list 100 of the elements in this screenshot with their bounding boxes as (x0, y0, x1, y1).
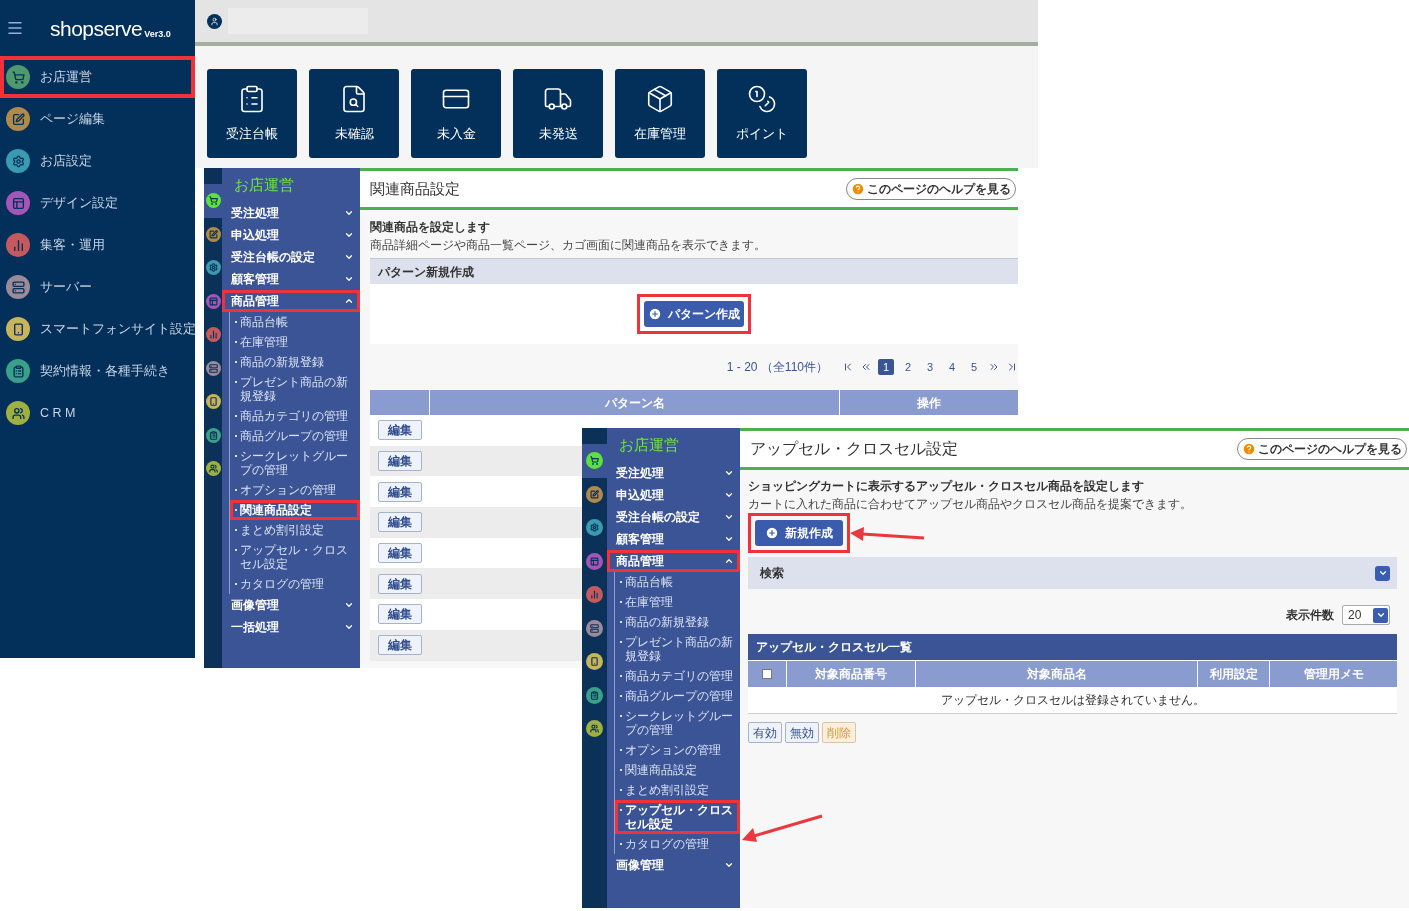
submenu-item[interactable]: アップセル・クロスセル設定 (230, 540, 360, 574)
box-icon (645, 83, 675, 114)
chevron-down-icon (724, 860, 734, 870)
submenu-item[interactable]: 商品グループの管理 (615, 686, 740, 706)
page-button[interactable]: 2 (900, 359, 916, 375)
menu-item[interactable]: 受注処理 (607, 462, 740, 484)
logo: shopserve (50, 17, 143, 39)
edit-button[interactable]: 編集 (378, 420, 422, 441)
submenu-item[interactable]: 商品カテゴリの管理 (230, 406, 360, 426)
submenu-item[interactable]: アップセル・クロスセル設定 (615, 800, 740, 834)
submenu-item[interactable]: 関連商品設定 (230, 500, 360, 520)
submenu-item[interactable]: 商品グループの管理 (230, 426, 360, 446)
submenu-label: 商品の新規登録 (240, 355, 324, 369)
menu-item[interactable]: 申込処理 (222, 224, 360, 246)
submenu-item[interactable]: オプションの管理 (230, 480, 360, 500)
submenu-label: 商品グループの管理 (240, 429, 348, 443)
shortcut-tile[interactable]: ポイント (717, 69, 807, 158)
chevron-down-icon (344, 600, 354, 610)
edit-button[interactable]: 編集 (378, 573, 422, 594)
submenu-label: カタログの管理 (625, 837, 709, 851)
submenu-item[interactable]: まとめ割引設定 (230, 520, 360, 540)
submenu-item[interactable]: プレゼント商品の新規登録 (230, 372, 360, 406)
last-page-icon[interactable] (1006, 361, 1018, 373)
shortcut-tile[interactable]: 受注台帳 (207, 69, 297, 158)
sidebar-item[interactable]: C R M (0, 392, 195, 434)
page-button[interactable]: 3 (922, 359, 938, 375)
page-button[interactable]: 5 (966, 359, 982, 375)
page-heading: 関連商品を設定します (370, 219, 491, 236)
submenu-label: 商品台帳 (625, 575, 673, 589)
edit-button[interactable]: 編集 (378, 635, 422, 656)
submenu-item[interactable]: 商品台帳 (230, 312, 360, 332)
submenu-label: まとめ割引設定 (240, 523, 324, 537)
edit-button[interactable]: 編集 (378, 451, 422, 472)
page-button[interactable]: 4 (944, 359, 960, 375)
submenu-item[interactable]: 在庫管理 (230, 332, 360, 352)
shortcut-tile[interactable]: 未入金 (411, 69, 501, 158)
edit-button[interactable]: 編集 (378, 543, 422, 564)
page-button[interactable]: 1 (878, 359, 894, 375)
sidebar-item[interactable]: 契約情報・各種手続き (0, 350, 195, 392)
sidebar-item[interactable]: デザイン設定 (0, 182, 195, 224)
menu-icon[interactable] (6, 19, 24, 37)
shortcut-tile[interactable]: 未確認 (309, 69, 399, 158)
page-title: 関連商品設定 (370, 178, 460, 199)
previous-page-icon[interactable] (860, 361, 872, 373)
page-heading: ショッピングカートに表示するアップセル・クロスセル商品を設定します (748, 478, 1145, 495)
sidebar-item[interactable]: お店運営 (0, 56, 195, 98)
action-button[interactable]: 無効 (785, 722, 819, 743)
submenu-item[interactable]: シークレットグループの管理 (615, 706, 740, 740)
submenu-item[interactable]: まとめ割引設定 (615, 780, 740, 800)
submenu-label: 関連商品設定 (240, 503, 312, 517)
next-page-icon[interactable] (988, 361, 1000, 373)
help-button[interactable]: このページのヘルプを見る (1237, 438, 1407, 460)
edit-button[interactable]: 編集 (378, 512, 422, 533)
edit-button[interactable]: 編集 (378, 481, 422, 502)
edit-button[interactable]: 編集 (378, 604, 422, 625)
submenu-item[interactable]: シークレットグループの管理 (230, 446, 360, 480)
submenu-item[interactable]: 商品台帳 (615, 572, 740, 592)
plus-icon (648, 307, 662, 321)
expand-button[interactable] (1375, 565, 1390, 581)
sidebar-item[interactable]: スマートフォンサイト設定 (0, 308, 195, 350)
menu-item[interactable]: 商品管理 (607, 550, 740, 572)
submenu-item[interactable]: 在庫管理 (615, 592, 740, 612)
sidebar-item[interactable]: ページ編集 (0, 98, 195, 140)
create-button[interactable]: 新規作成 (755, 520, 843, 546)
page-size-select[interactable]: 20 (1342, 605, 1390, 625)
create-button[interactable]: パターン作成 (644, 301, 744, 327)
checkbox[interactable] (762, 669, 772, 679)
submenu-item[interactable]: カタログの管理 (615, 834, 740, 854)
chevron-down-icon (724, 512, 734, 522)
menu-item[interactable]: 顧客管理 (607, 528, 740, 550)
submenu-item[interactable]: 関連商品設定 (615, 760, 740, 780)
menu-item[interactable]: 受注台帳の設定 (607, 506, 740, 528)
menu-item[interactable]: 商品管理 (222, 290, 360, 312)
shortcut-tile[interactable]: 未発送 (513, 69, 603, 158)
menu-item[interactable]: 顧客管理 (222, 268, 360, 290)
submenu-item[interactable]: 商品の新規登録 (615, 612, 740, 632)
sidebar-item[interactable]: 集客・運用 (0, 224, 195, 266)
action-button[interactable]: 有効 (748, 722, 782, 743)
page-description: 商品詳細ページや商品一覧ページ、カゴ画面に関連商品を表示できます。 (370, 237, 767, 254)
sidebar-item[interactable]: サーバー (0, 266, 195, 308)
submenu-item[interactable]: オプションの管理 (615, 740, 740, 760)
submenu-item[interactable]: 商品カテゴリの管理 (615, 666, 740, 686)
result-range: 1 - 20 （全110件） (726, 359, 828, 376)
submenu-item[interactable]: 商品の新規登録 (230, 352, 360, 372)
menu-item[interactable]: 画像管理 (607, 854, 740, 876)
first-page-icon[interactable] (842, 361, 854, 373)
menu-item[interactable]: 一括処理 (222, 616, 360, 638)
user-avatar-icon[interactable] (207, 13, 222, 29)
menu-item[interactable]: 画像管理 (222, 594, 360, 616)
menu-item[interactable]: 受注処理 (222, 202, 360, 224)
menu-item[interactable]: 受注台帳の設定 (222, 246, 360, 268)
shortcut-tile[interactable]: 在庫管理 (615, 69, 705, 158)
submenu-label: 商品グループの管理 (625, 689, 733, 703)
submenu-label: オプションの管理 (240, 483, 336, 497)
submenu-item[interactable]: プレゼント商品の新規登録 (615, 632, 740, 666)
submenu-item[interactable]: カタログの管理 (230, 574, 360, 594)
help-button[interactable]: このページのヘルプを見る (846, 178, 1016, 200)
menu-item[interactable]: 申込処理 (607, 484, 740, 506)
sidebar-item[interactable]: お店設定 (0, 140, 195, 182)
search-panel[interactable]: 検索 (748, 557, 1397, 589)
